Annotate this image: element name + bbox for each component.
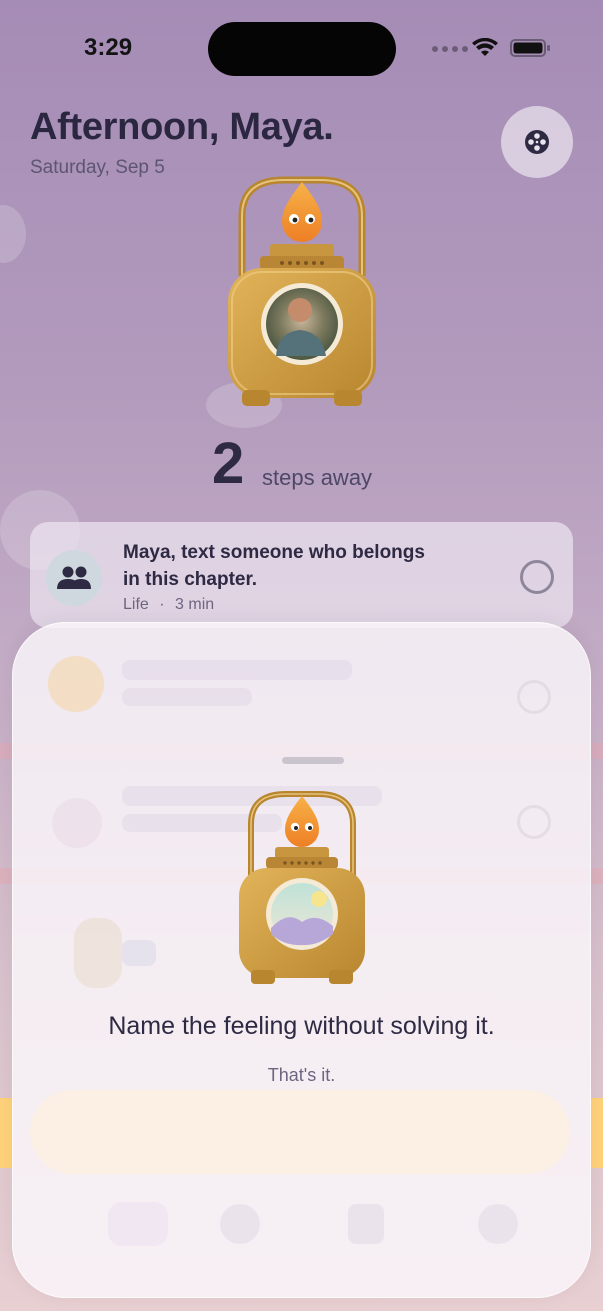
ghost-row (122, 660, 352, 680)
task-duration: 3 min (175, 596, 215, 613)
task-meta: Life · 3 min (123, 596, 214, 614)
meta-separator: · (159, 596, 165, 613)
people-icon (57, 566, 91, 589)
page-title: Afternoon, Maya. (30, 106, 334, 148)
cellular-signal-icon (432, 46, 468, 52)
ghost-row (517, 680, 551, 714)
category-avatar (46, 550, 102, 606)
prompt-title: Name the feeling without solving it. (108, 1012, 495, 1040)
task-title: Maya, text someone who belongs in this c… (123, 542, 425, 590)
prompt-subtitle: That's it. (267, 1065, 336, 1085)
film-reel-icon (525, 130, 549, 154)
background-cloud (0, 205, 26, 263)
wifi-icon (472, 38, 498, 56)
task-card[interactable]: Maya, text someone who belongs in this c… (30, 522, 573, 628)
prompt-sheet[interactable]: Name the feeling without solving it. Tha… (12, 622, 591, 1298)
dynamic-island (208, 22, 396, 76)
lantern-illustration (228, 176, 376, 406)
ghost-row (48, 656, 104, 712)
ghost-row (478, 1204, 518, 1244)
lantern-illustration (239, 791, 365, 984)
ghost-row (108, 1202, 168, 1246)
ghost-row (122, 688, 252, 706)
ghost-row (74, 918, 122, 988)
steps-count: 2 (212, 431, 245, 496)
ghost-row (220, 1204, 260, 1244)
ghost-row (52, 798, 102, 848)
battery-icon (510, 39, 550, 57)
task-complete-checkbox[interactable] (520, 560, 554, 594)
status-time: 3:29 (84, 34, 133, 61)
steps-label: steps away (262, 465, 373, 490)
ghost-row (348, 1204, 384, 1244)
status-bar: 3:29 (0, 0, 603, 90)
date-label: Saturday, Sep 5 (30, 157, 165, 178)
settings-button[interactable] (501, 106, 573, 178)
ghost-row (517, 805, 551, 839)
sheet-drag-handle[interactable] (282, 757, 344, 764)
task-category: Life (123, 596, 149, 613)
ghost-row (122, 940, 156, 966)
